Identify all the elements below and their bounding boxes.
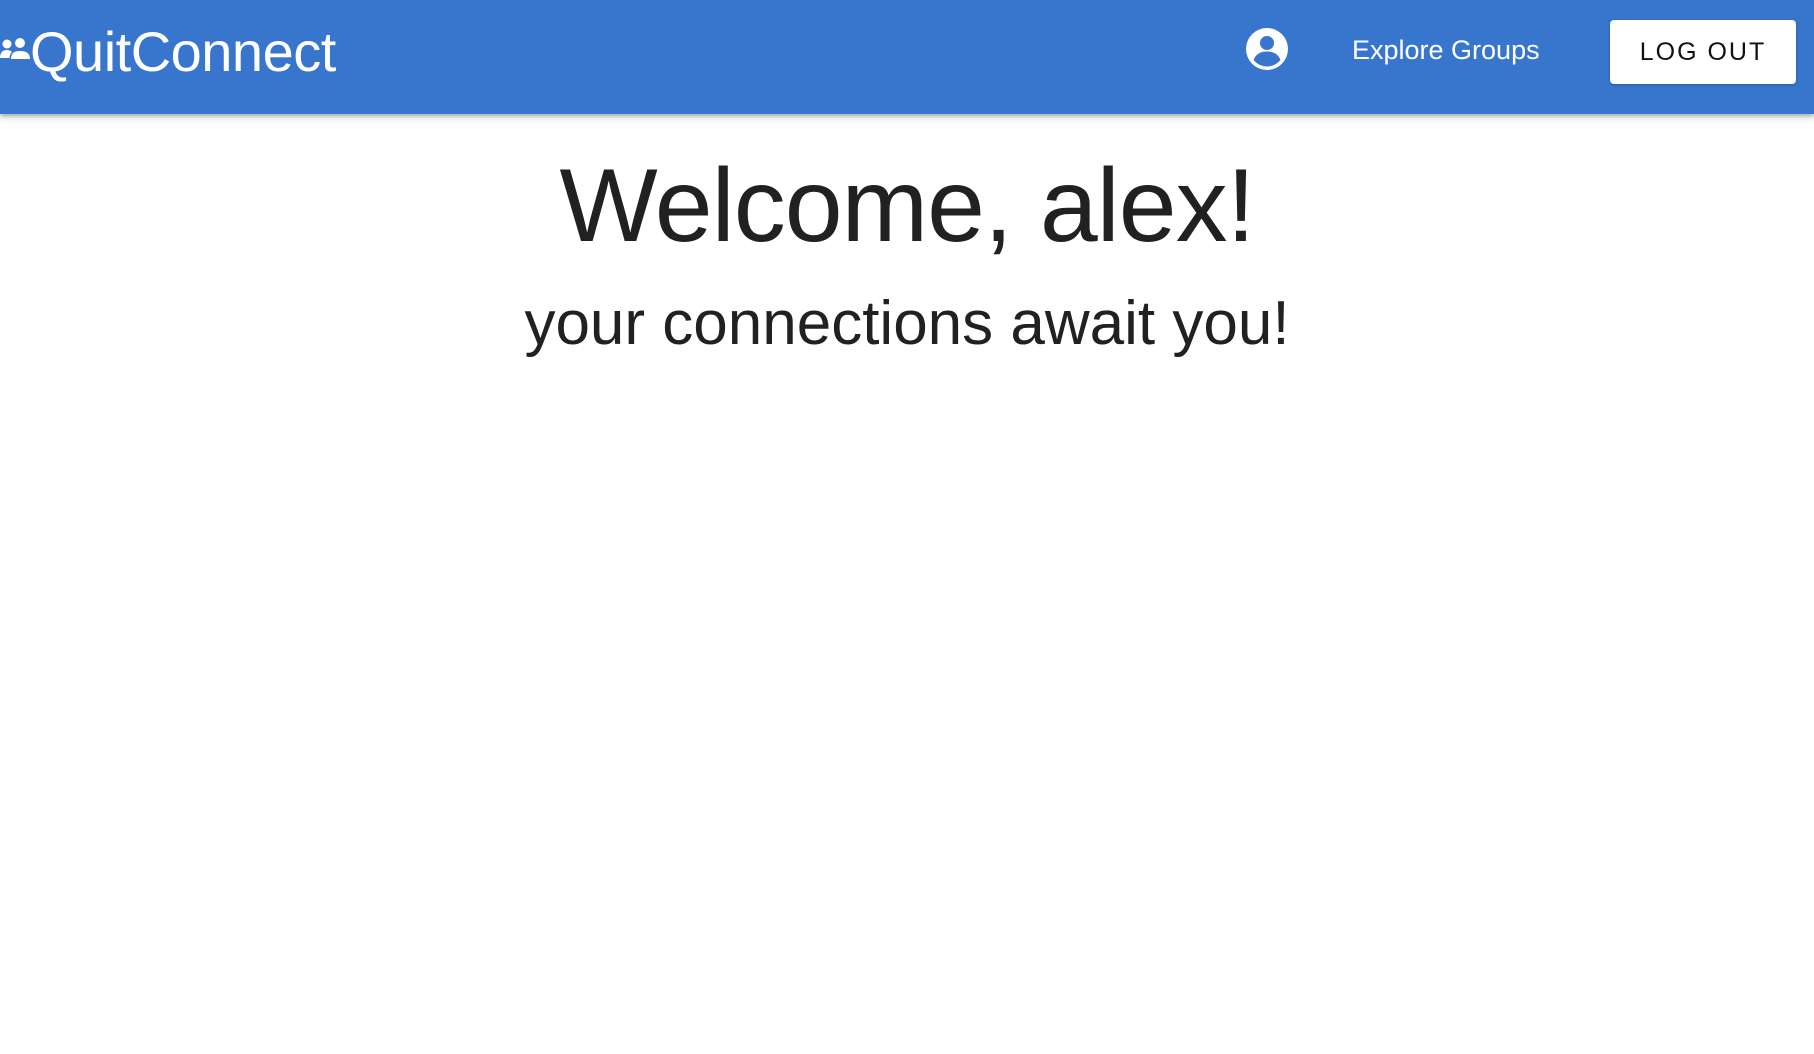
brand-home-link[interactable]: QuitConnect (0, 0, 336, 104)
profile-button[interactable] (1244, 26, 1290, 72)
app-bar: QuitConnect Explore Groups LOG OUT (0, 0, 1814, 114)
explore-groups-link[interactable]: Explore Groups (1352, 32, 1540, 68)
account-circle-icon (1245, 27, 1289, 71)
group-icon (0, 38, 30, 66)
brand-name: QuitConnect (30, 20, 336, 83)
main-content: Welcome, alex! your connections await yo… (0, 114, 1814, 361)
welcome-title: Welcome, alex! (559, 148, 1255, 264)
welcome-subtitle: your connections await you! (524, 288, 1290, 358)
logout-button[interactable]: LOG OUT (1610, 20, 1796, 84)
